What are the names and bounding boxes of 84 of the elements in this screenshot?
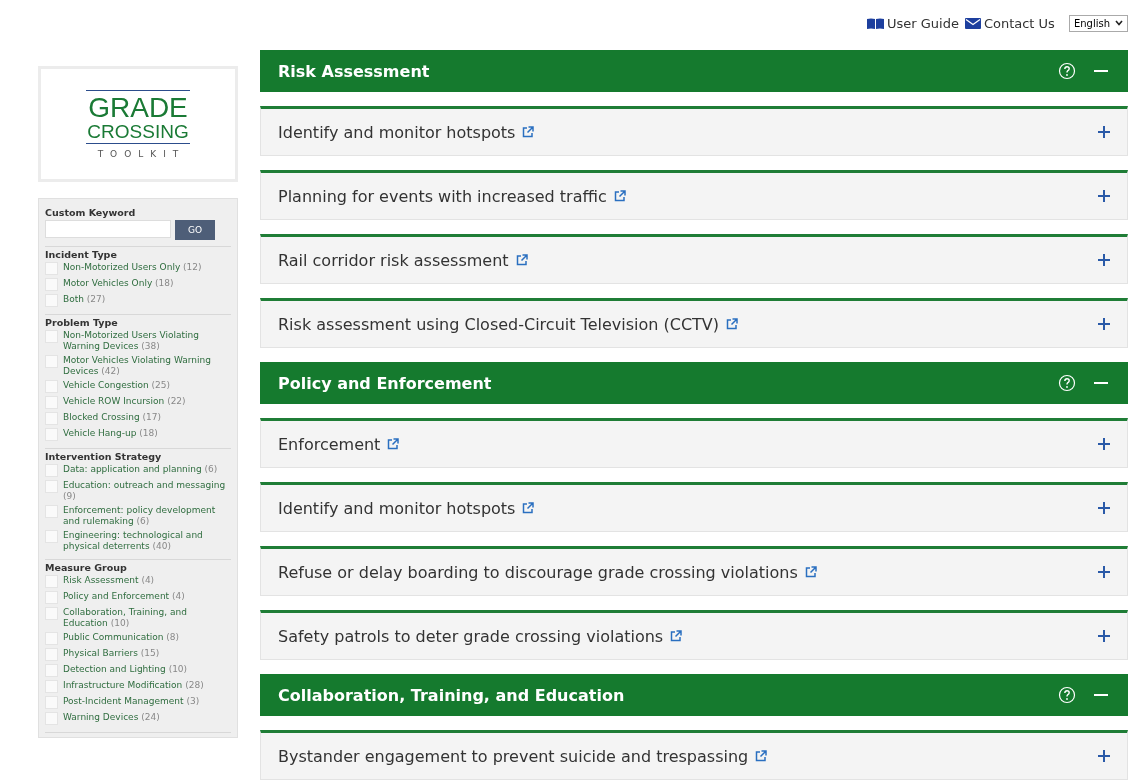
measure-row[interactable]: Planning for events with increased traffic [260,170,1128,220]
external-link-icon [522,126,535,138]
filter-option[interactable]: Motor Vehicles Violating Warning Devices (42) [63,355,231,377]
external-link-icon [670,630,683,642]
filter-option[interactable]: Motor Vehicles Only (18) [63,278,174,289]
filter-option[interactable]: Risk Assessment (4) [63,575,155,586]
measure-row[interactable]: Enforcement [260,418,1128,468]
expand-icon[interactable] [1098,438,1110,450]
section-header[interactable]: Collaboration, Training, and Education [260,674,1128,716]
logo-subtitle: TOOLKIT [96,148,186,159]
logo[interactable]: GRADE CROSSING TOOLKIT [38,66,238,182]
help-icon[interactable] [1058,686,1076,704]
filter-option[interactable]: Non-Motorized Users Only (12) [63,262,202,273]
filter-option[interactable]: Data: application and planning (6) [63,464,218,475]
chevron-down-icon [1115,20,1123,26]
measure-link[interactable]: Identify and monitor hotspots [278,498,516,518]
filter-heading: Problem Type [45,317,119,328]
filter-option[interactable]: Detection and Lighting (10) [63,664,188,675]
filter-option[interactable]: Blocked Crossing (17) [63,412,162,423]
measure-row[interactable]: Risk assessment using Closed-Circuit Television (CCTV) [260,298,1128,348]
measure-link[interactable]: Safety patrols to deter grade crossing violations [278,626,664,646]
filter-option[interactable]: Public Communication (8) [63,632,180,643]
measure-row[interactable]: Safety patrols to deter grade crossing violations [260,610,1128,660]
measure-row[interactable]: Bystander engagement to prevent suicide and trespassing [260,730,1128,780]
filter-option[interactable]: Collaboration, Training, and Education (10) [63,607,231,629]
external-link-icon [387,438,400,450]
logo-title: GRADE [88,93,188,122]
filter-option[interactable]: Education: outreach and messaging (9) [63,480,231,502]
measure-row[interactable]: Identify and monitor hotspots [260,106,1128,156]
expand-icon[interactable] [1098,566,1110,578]
expand-icon[interactable] [1098,750,1110,762]
keyword-field[interactable] [45,220,171,238]
envelope-icon [964,17,981,29]
filter-option[interactable]: Post-Incident Management (3) [63,696,200,707]
measure-link[interactable]: Planning for events with increased traffic [278,186,607,206]
measure-link[interactable]: Risk assessment using Closed-Circuit Television (CCTV) [278,314,720,334]
filter-option[interactable]: Both (27) [63,294,106,305]
external-link-icon [755,750,768,762]
book-icon [866,17,884,29]
measure-link[interactable]: Enforcement [278,434,381,454]
contact-link[interactable]: Contact Us [964,15,1055,31]
help-icon[interactable] [1058,62,1076,80]
filter-option[interactable]: Non-Motorized Users Violating Warning Devices (38) [63,330,231,352]
filter-option[interactable]: Vehicle ROW Incursion (22) [63,396,186,407]
expand-icon[interactable] [1098,318,1110,330]
section-header[interactable]: Policy and Enforcement [260,362,1128,404]
filter-option[interactable]: Vehicle Hang-up (18) [63,428,158,439]
measure-row[interactable]: Refuse or delay boarding to discourage grade crossing violations [260,546,1128,596]
measure-row[interactable]: Identify and monitor hotspots [260,482,1128,532]
go-button[interactable]: GO [175,220,215,240]
filter-heading: Incident Type [45,249,118,260]
filter-option[interactable]: Infrastructure Modification (28) [63,680,204,691]
expand-icon[interactable] [1098,502,1110,514]
filter-heading: Custom Keyword [45,207,137,218]
filter-option[interactable]: Engineering: technological and physical deterrents (40) [63,530,231,552]
help-icon[interactable] [1058,374,1076,392]
filter-option[interactable]: Enforcement: policy development and rulemaking (6) [63,505,231,527]
logo-title: CROSSING [87,121,189,141]
external-link-icon [613,190,626,202]
filter-heading: Intervention Strategy [45,451,163,462]
user-guide-link[interactable]: User Guide [866,15,959,31]
measure-link[interactable]: Refuse or delay boarding to discourage grade crossing violations [278,562,798,582]
external-link-icon [515,254,528,266]
section-header[interactable]: Risk Assessment [260,50,1128,92]
section-title: Collaboration, Training, and Education [278,685,626,705]
external-link-icon [804,566,817,578]
section-title: Risk Assessment [278,61,431,81]
external-link-icon [522,502,535,514]
expand-icon[interactable] [1098,630,1110,642]
filter-option[interactable]: Warning Devices (24) [63,712,160,723]
filter-option[interactable]: Policy and Enforcement (4) [63,591,185,602]
external-link-icon [726,318,739,330]
expand-icon[interactable] [1098,254,1110,266]
filter-option[interactable]: Vehicle Congestion (25) [63,380,171,391]
section-title: Policy and Enforcement [278,373,493,393]
expand-icon[interactable] [1098,190,1110,202]
measure-link[interactable]: Bystander engagement to prevent suicide and trespassing [278,746,749,766]
measure-link[interactable]: Rail corridor risk assessment [278,250,509,270]
language-select[interactable]: English [1068,14,1128,32]
measure-link[interactable]: Identify and monitor hotspots [278,122,516,142]
measure-row[interactable]: Rail corridor risk assessment [260,234,1128,284]
expand-icon[interactable] [1098,126,1110,138]
filter-option[interactable]: Physical Barriers (15) [63,648,160,659]
filter-heading: Measure Group [45,562,128,573]
